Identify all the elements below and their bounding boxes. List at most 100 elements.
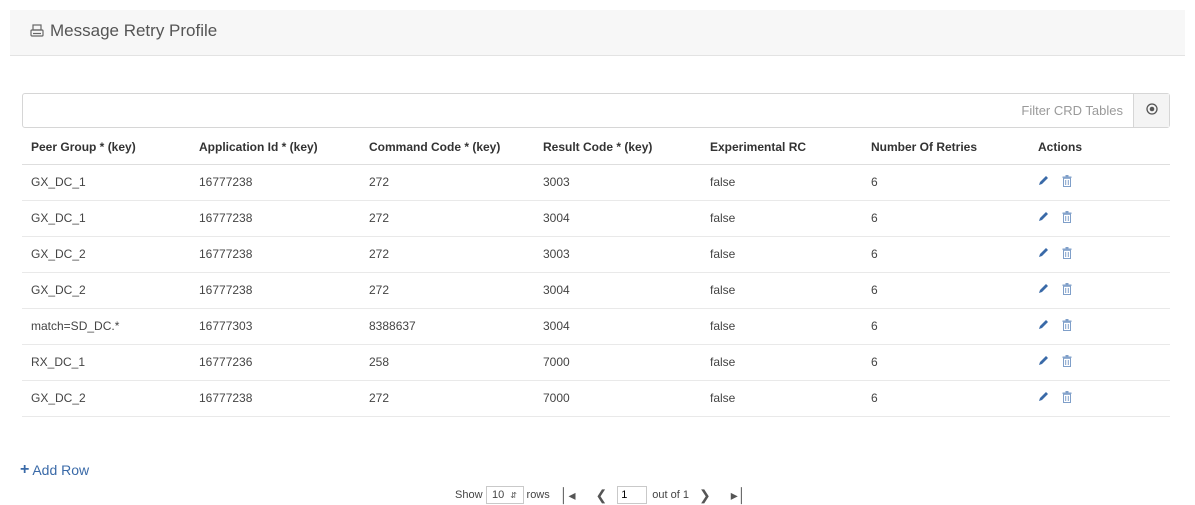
experimental-rc-cell: false xyxy=(701,380,862,417)
crd-table: Peer Group * (key) Application Id * (key… xyxy=(22,130,1170,417)
show-label: Show xyxy=(455,489,483,501)
result-code-cell: 7000 xyxy=(534,380,701,417)
rows-per-page-select[interactable]: 10 ⇵ xyxy=(485,486,524,504)
page-title: Message Retry Profile xyxy=(50,21,218,40)
column-header[interactable]: Number Of Retries xyxy=(862,130,1029,165)
result-code-cell: 3003 xyxy=(534,164,701,201)
peer-group-cell: GX_DC_1 xyxy=(22,200,190,237)
table-header-row: Peer Group * (key) Application Id * (key… xyxy=(22,130,1170,165)
actions-cell xyxy=(1029,200,1170,237)
actions-cell xyxy=(1029,308,1170,345)
column-header[interactable]: Application Id * (key) xyxy=(190,130,360,165)
pencil-icon[interactable] xyxy=(1038,211,1049,225)
trash-icon[interactable] xyxy=(1062,318,1072,334)
peer-group-cell: GX_DC_2 xyxy=(22,380,190,417)
column-header: Actions xyxy=(1029,130,1170,165)
pencil-icon[interactable] xyxy=(1038,175,1049,189)
command-code-cell: 272 xyxy=(360,272,534,309)
application-id-cell: 16777238 xyxy=(190,200,360,237)
trash-icon[interactable] xyxy=(1062,354,1072,370)
actions-cell xyxy=(1029,344,1170,381)
experimental-rc-cell: false xyxy=(701,272,862,309)
trash-icon[interactable] xyxy=(1062,282,1072,298)
trash-icon[interactable] xyxy=(1062,210,1072,226)
result-code-cell: 3003 xyxy=(534,236,701,273)
clear-filter-button[interactable] xyxy=(1133,94,1169,127)
updown-caret-icon: ⇵ xyxy=(510,490,517,500)
result-code-cell: 3004 xyxy=(534,308,701,345)
actions-cell xyxy=(1029,164,1170,201)
application-id-cell: 16777238 xyxy=(190,380,360,417)
column-header[interactable]: Peer Group * (key) xyxy=(22,130,190,165)
pagination: Show 10 ⇵ rows │◂ ❮ out of 1 ❯ ▸│ xyxy=(455,484,757,505)
actions-cell xyxy=(1029,236,1170,273)
experimental-rc-cell: false xyxy=(701,308,862,345)
application-id-cell: 16777236 xyxy=(190,344,360,381)
table-row: RX_DC_1 16777236 258 7000 false 6 xyxy=(22,344,1170,381)
column-header[interactable]: Experimental RC xyxy=(701,130,862,165)
next-page-button[interactable]: ❯ xyxy=(699,487,711,504)
rows-per-page-value: 10 xyxy=(492,489,505,501)
experimental-rc-cell: false xyxy=(701,236,862,273)
trash-icon[interactable] xyxy=(1062,174,1072,190)
number-of-retries-cell: 6 xyxy=(862,200,1029,237)
add-row-label: Add Row xyxy=(32,462,90,478)
number-of-retries-cell: 6 xyxy=(862,344,1029,381)
number-of-retries-cell: 6 xyxy=(862,308,1029,345)
number-of-retries-cell: 6 xyxy=(862,272,1029,309)
column-header[interactable]: Result Code * (key) xyxy=(534,130,701,165)
current-page-input[interactable] xyxy=(617,486,648,504)
add-row-button[interactable]: + Add Row xyxy=(20,461,89,479)
number-of-retries-cell: 6 xyxy=(862,380,1029,417)
trash-icon[interactable] xyxy=(1062,390,1072,406)
out-of-label: out of 1 xyxy=(652,489,689,501)
application-id-cell: 16777238 xyxy=(190,164,360,201)
previous-page-button[interactable]: ❮ xyxy=(596,487,608,504)
result-code-cell: 7000 xyxy=(534,344,701,381)
command-code-cell: 272 xyxy=(360,236,534,273)
peer-group-cell: GX_DC_1 xyxy=(22,164,190,201)
application-id-cell: 16777303 xyxy=(190,308,360,345)
actions-cell xyxy=(1029,380,1170,417)
clear-circle-icon xyxy=(1145,102,1158,120)
pencil-icon[interactable] xyxy=(1038,391,1049,405)
experimental-rc-cell: false xyxy=(701,164,862,201)
result-code-cell: 3004 xyxy=(534,200,701,237)
pencil-icon[interactable] xyxy=(1038,283,1049,297)
command-code-cell: 272 xyxy=(360,200,534,237)
plus-icon: + xyxy=(20,461,30,478)
peer-group-cell: GX_DC_2 xyxy=(22,236,190,273)
printer-icon xyxy=(30,21,44,43)
command-code-cell: 8388637 xyxy=(360,308,534,345)
peer-group-cell: match=SD_DC.* xyxy=(22,308,190,345)
trash-icon[interactable] xyxy=(1062,246,1072,262)
pencil-icon[interactable] xyxy=(1038,319,1049,333)
number-of-retries-cell: 6 xyxy=(862,236,1029,273)
first-page-button[interactable]: │◂ xyxy=(560,487,576,504)
table-row: GX_DC_1 16777238 272 3003 false 6 xyxy=(22,164,1170,201)
column-header[interactable]: Command Code * (key) xyxy=(360,130,534,165)
pencil-icon[interactable] xyxy=(1038,247,1049,261)
filter-input[interactable] xyxy=(23,94,1133,127)
command-code-cell: 272 xyxy=(360,164,534,201)
peer-group-cell: GX_DC_2 xyxy=(22,272,190,309)
table-row: GX_DC_1 16777238 272 3004 false 6 xyxy=(22,200,1170,237)
application-id-cell: 16777238 xyxy=(190,236,360,273)
result-code-cell: 3004 xyxy=(534,272,701,309)
pencil-icon[interactable] xyxy=(1038,355,1049,369)
page-header: Message Retry Profile xyxy=(10,10,1185,56)
actions-cell xyxy=(1029,272,1170,309)
experimental-rc-cell: false xyxy=(701,344,862,381)
rows-label: rows xyxy=(526,489,550,501)
filter-bar xyxy=(22,93,1170,128)
peer-group-cell: RX_DC_1 xyxy=(22,344,190,381)
application-id-cell: 16777238 xyxy=(190,272,360,309)
table-row: match=SD_DC.* 16777303 8388637 3004 fals… xyxy=(22,308,1170,345)
command-code-cell: 258 xyxy=(360,344,534,381)
table-row: GX_DC_2 16777238 272 3003 false 6 xyxy=(22,236,1170,273)
experimental-rc-cell: false xyxy=(701,200,862,237)
last-page-button[interactable]: ▸│ xyxy=(731,487,747,504)
table-row: GX_DC_2 16777238 272 7000 false 6 xyxy=(22,380,1170,417)
command-code-cell: 272 xyxy=(360,380,534,417)
number-of-retries-cell: 6 xyxy=(862,164,1029,201)
